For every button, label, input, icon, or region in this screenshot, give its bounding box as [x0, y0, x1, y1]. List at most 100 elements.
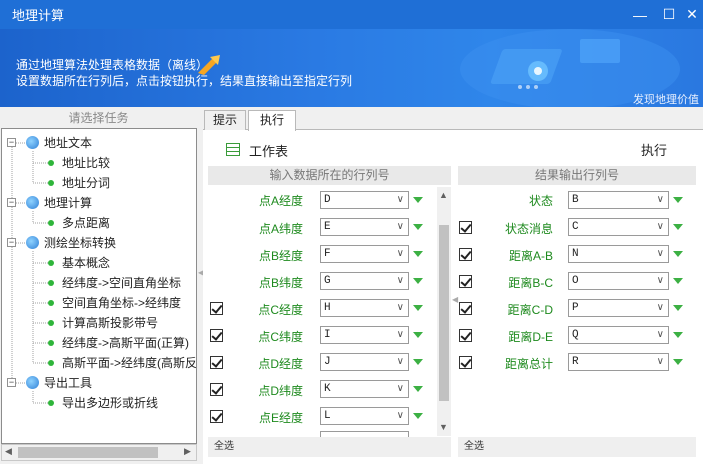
dropdown-triangle-icon[interactable]: [413, 278, 423, 284]
input-column-select[interactable]: E ∨: [320, 218, 409, 236]
tree-item-export-tools[interactable]: 导出工具: [44, 373, 92, 393]
input-row-checkbox[interactable]: [210, 356, 223, 369]
input-column-select[interactable]: I ∨: [320, 326, 409, 344]
collapse-toggle-icon[interactable]: −: [7, 138, 16, 147]
chevron-down-icon: ∨: [396, 194, 404, 205]
input-column-select[interactable]: F ∨: [320, 245, 409, 263]
tab-execute[interactable]: 执行: [248, 110, 296, 131]
dropdown-triangle-icon[interactable]: [673, 305, 683, 311]
input-column-select[interactable]: H ∨: [320, 299, 409, 317]
execute-button[interactable]: 执行: [641, 140, 667, 159]
scroll-down-icon[interactable]: ▼: [439, 422, 448, 432]
input-row-checkbox[interactable]: [210, 302, 223, 315]
output-row-checkbox[interactable]: [459, 248, 472, 261]
dropdown-triangle-icon[interactable]: [673, 278, 683, 284]
leaf-dot-icon: [48, 160, 54, 166]
input-select-all[interactable]: 全选: [208, 437, 451, 457]
tree-item-address-text[interactable]: 地址文本: [44, 133, 92, 153]
dropdown-triangle-icon[interactable]: [673, 251, 683, 257]
input-row-checkbox[interactable]: [210, 410, 223, 423]
output-column-select[interactable]: B ∨: [568, 191, 669, 209]
splitter-grip-icon[interactable]: ◀: [452, 295, 458, 304]
input-row-label: 点B纬度: [258, 276, 303, 290]
scroll-left-icon[interactable]: ◀: [5, 446, 12, 457]
input-column-select[interactable]: L ∨: [320, 407, 409, 425]
output-row-checkbox[interactable]: [459, 356, 472, 369]
tree-item-coord-transform[interactable]: 测绘坐标转换: [44, 233, 116, 253]
dropdown-triangle-icon[interactable]: [673, 197, 683, 203]
tab-hint[interactable]: 提示: [204, 110, 246, 130]
dropdown-triangle-icon[interactable]: [413, 305, 423, 311]
leaf-dot-icon: [48, 300, 54, 306]
chevron-down-icon: ∨: [396, 329, 404, 340]
minimize-icon[interactable]: —: [628, 0, 652, 29]
input-row-checkbox[interactable]: [210, 329, 223, 342]
chevron-down-icon: ∨: [396, 356, 404, 367]
input-column-select[interactable]: D ∨: [320, 191, 409, 209]
dropdown-triangle-icon[interactable]: [413, 413, 423, 419]
input-vertical-scrollbar[interactable]: ▲ ▼: [437, 187, 451, 436]
worksheet-label[interactable]: 工作表: [249, 141, 288, 160]
chevron-down-icon: ∨: [396, 248, 404, 259]
input-column-select[interactable]: G ∨: [320, 272, 409, 290]
output-column-select[interactable]: R ∨: [568, 353, 669, 371]
maximize-icon[interactable]: ☐: [657, 0, 681, 29]
tree-item-address-compare[interactable]: 地址比较: [62, 153, 110, 173]
output-row-checkbox[interactable]: [459, 275, 472, 288]
tree-item-multi-point-distance[interactable]: 多点距离: [62, 213, 110, 233]
input-column-select[interactable]: J ∨: [320, 353, 409, 371]
globe-icon: [26, 136, 39, 149]
output-column-select[interactable]: P ∨: [568, 299, 669, 317]
leaf-dot-icon: [48, 220, 54, 226]
output-column-select[interactable]: Q ∨: [568, 326, 669, 344]
scroll-right-icon[interactable]: ▶: [184, 446, 191, 457]
dropdown-triangle-icon[interactable]: [413, 332, 423, 338]
tree-item-xyz-to-lonlat[interactable]: 空间直角坐标->经纬度: [62, 293, 181, 313]
worksheet-icon: [226, 143, 240, 156]
banner-slogan: 发现地理价值: [633, 94, 699, 106]
chevron-down-icon: ∨: [656, 302, 664, 313]
tree-item-gauss-zone[interactable]: 计算高斯投影带号: [62, 313, 158, 333]
output-column-select[interactable]: O ∨: [568, 272, 669, 290]
input-column-select[interactable]: K ∨: [320, 380, 409, 398]
tree-item-lonlat-to-gauss[interactable]: 经纬度->高斯平面(正算): [62, 333, 189, 353]
dropdown-triangle-icon[interactable]: [413, 251, 423, 257]
tree-item-export-polygon[interactable]: 导出多边形或折线: [62, 393, 158, 413]
output-row-label: 状态: [528, 194, 553, 208]
tree-item-geo-calc[interactable]: 地理计算: [44, 193, 92, 213]
chevron-down-icon: ∨: [656, 221, 664, 232]
close-icon[interactable]: ✕: [680, 0, 703, 29]
output-column-select[interactable]: C ∨: [568, 218, 669, 236]
output-column-select[interactable]: N ∨: [568, 245, 669, 263]
tree-horizontal-scrollbar[interactable]: ◀ ▶: [1, 444, 197, 461]
dropdown-triangle-icon[interactable]: [413, 386, 423, 392]
input-section-header: 输入数据所在的行列号: [208, 166, 451, 185]
chevron-down-icon: ∨: [656, 356, 664, 367]
input-row-label: 点A经度: [258, 194, 303, 208]
dropdown-triangle-icon[interactable]: [413, 224, 423, 230]
collapse-toggle-icon[interactable]: −: [7, 198, 16, 207]
tree-item-gauss-to-lonlat[interactable]: 高斯平面->经纬度(高斯反: [62, 353, 196, 373]
tree-item-lonlat-to-xyz[interactable]: 经纬度->空间直角坐标: [62, 273, 181, 293]
output-row-checkbox[interactable]: [459, 302, 472, 315]
collapse-toggle-icon[interactable]: −: [7, 238, 16, 247]
dropdown-triangle-icon[interactable]: [413, 359, 423, 365]
scrollbar-thumb[interactable]: [18, 447, 158, 458]
input-row-label: 点C经度: [258, 303, 303, 317]
input-row-checkbox[interactable]: [210, 383, 223, 396]
output-row-checkbox[interactable]: [459, 329, 472, 342]
scrollbar-thumb[interactable]: [439, 225, 449, 401]
tree-item-basic-concepts[interactable]: 基本概念: [62, 253, 110, 273]
output-row-label: 距离C-D: [507, 303, 553, 317]
dropdown-triangle-icon[interactable]: [413, 197, 423, 203]
output-row-label: 距离总计: [504, 357, 553, 371]
scroll-up-icon[interactable]: ▲: [439, 190, 448, 200]
collapse-toggle-icon[interactable]: −: [7, 378, 16, 387]
dropdown-triangle-icon[interactable]: [673, 224, 683, 230]
output-select-all[interactable]: 全选: [458, 437, 696, 457]
dropdown-triangle-icon[interactable]: [673, 359, 683, 365]
output-row-checkbox[interactable]: [459, 221, 472, 234]
tree-item-address-segment[interactable]: 地址分词: [62, 173, 110, 193]
dropdown-triangle-icon[interactable]: [673, 332, 683, 338]
leaf-dot-icon: [48, 340, 54, 346]
